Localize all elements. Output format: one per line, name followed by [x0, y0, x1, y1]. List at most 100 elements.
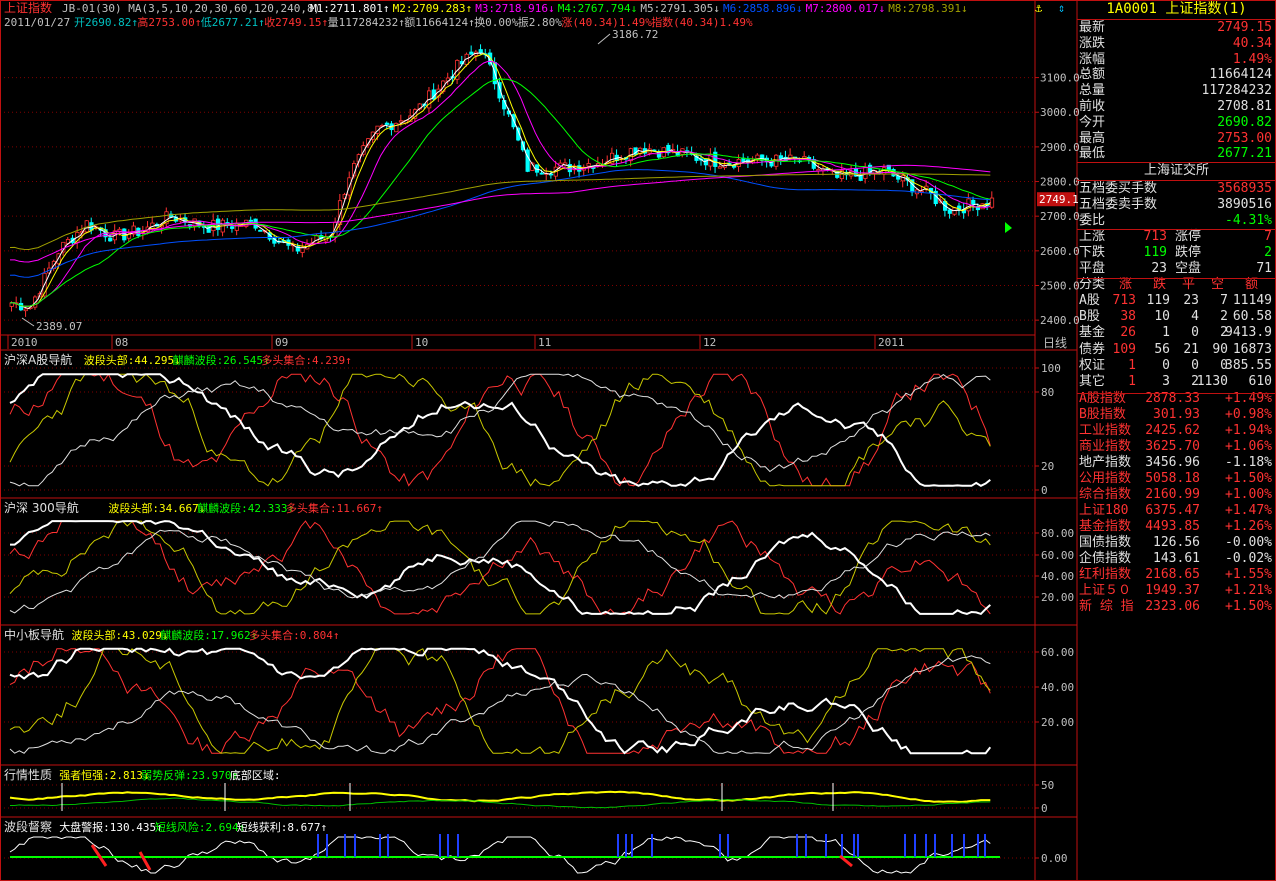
- class-amount: 60.58: [1232, 309, 1272, 325]
- index-row: 基金指数 4493.85 +1.26%: [1077, 519, 1276, 535]
- class-up: 713: [1112, 293, 1136, 308]
- class-row: 基金 26 1 0 2 9413.9: [1077, 325, 1276, 341]
- xaxis-label: 08: [115, 336, 128, 349]
- panel-title: 中小板导航: [4, 627, 64, 642]
- index-change: -1.18%: [1225, 455, 1272, 470]
- xaxis-label: 11: [538, 336, 551, 349]
- index-name: 公用指数: [1079, 471, 1132, 486]
- index-change: +1.21%: [1225, 583, 1272, 598]
- panel-tick-label: 0: [1041, 484, 1048, 497]
- band-top-line: [9, 520, 991, 615]
- candle-body: [248, 219, 254, 222]
- breadth-label: 下跌: [1079, 245, 1106, 260]
- index-value: 2160.99: [1145, 487, 1200, 502]
- index-value: 126.56: [1153, 535, 1200, 550]
- class-up: 1: [1128, 357, 1136, 373]
- ma-value: M3:2718.916↓: [475, 2, 554, 15]
- panel-value: 大盘警报:130.435↑: [59, 820, 163, 834]
- index-value: 5058.18: [1145, 471, 1200, 486]
- class-down: 10: [1154, 309, 1170, 325]
- candle-body: [717, 166, 723, 169]
- panel-value: 多头集合:0.804↑: [249, 628, 339, 642]
- divider: [1077, 162, 1276, 163]
- class-amount: 11149: [1232, 293, 1272, 308]
- current-price-label: 2749.1: [1039, 193, 1079, 206]
- quote-value: 2708.81: [1217, 99, 1272, 114]
- candle-body: [258, 229, 263, 232]
- candle-body: [108, 237, 113, 242]
- class-name: 债券: [1079, 341, 1106, 357]
- index-change: +1.00%: [1225, 487, 1272, 502]
- panel-title: 行情性质: [4, 768, 52, 782]
- breadth-label: 跌停: [1175, 245, 1202, 260]
- price-tick-label: 3100.0: [1040, 72, 1080, 85]
- ma-value: M4:2767.794↓: [558, 2, 637, 15]
- base-line: [9, 373, 991, 487]
- candle-body: [755, 154, 760, 159]
- candle-body: [586, 163, 591, 167]
- ma-value: M5:2791.305↓: [640, 2, 719, 15]
- class-halt: 1130: [1196, 374, 1228, 389]
- order-row: 五档委卖手数 3890516: [1077, 197, 1276, 213]
- quote-value: 2753.00: [1217, 130, 1272, 146]
- index-row: 国债指数 126.56 -0.00%: [1077, 535, 1276, 551]
- panel-value: 短线获利:8.677↑: [237, 820, 327, 834]
- class-down: 0: [1162, 357, 1170, 373]
- breadth-label: 涨停: [1175, 229, 1202, 244]
- class-name: 基金: [1079, 325, 1106, 341]
- price-tick-label: 2500.0: [1040, 279, 1080, 292]
- panel-tick-label: 60.00: [1041, 549, 1074, 562]
- class-header-cell: 跌: [1153, 277, 1167, 292]
- panel-value: 短线风险:2.694↑: [155, 820, 245, 834]
- index-row: 红利指数 2168.65 +1.55%: [1077, 567, 1276, 583]
- index-row: 企债指数 143.61 -0.02%: [1077, 551, 1276, 567]
- class-down: 3: [1162, 374, 1170, 389]
- breadth-row: 平盘 23 空盘 71: [1077, 261, 1276, 277]
- index-change: -0.02%: [1225, 551, 1272, 566]
- high-label: 3186.72: [612, 28, 658, 41]
- index-row: 综合指数 2160.99 +1.00%: [1077, 487, 1276, 503]
- class-flat: 4: [1191, 309, 1199, 325]
- low-pointer: [21, 317, 35, 327]
- quote-row: 今开 2690.82: [1077, 115, 1276, 131]
- quote-row: 涨跌 40.34: [1077, 36, 1276, 52]
- index-name: 综合指数: [1079, 487, 1132, 502]
- divider: [1077, 393, 1276, 394]
- panel-value: 多头集合:11.667↑: [286, 501, 383, 515]
- index-name: 商业指数: [1079, 439, 1132, 454]
- quote-label: 总量: [1079, 83, 1106, 99]
- index-name: 基金指数: [1079, 519, 1132, 534]
- candle-body: [525, 149, 530, 172]
- divider: [1077, 19, 1276, 20]
- panel-value: 麒麟波段:17.962↑: [160, 628, 257, 642]
- index-change: +1.26%: [1225, 519, 1272, 534]
- index-row: 商业指数 3625.70 +1.06%: [1077, 439, 1276, 455]
- quote-row: 总额 11664124: [1077, 67, 1276, 83]
- class-down: 56: [1154, 341, 1170, 357]
- bar-info: 低2677.21↑: [201, 16, 265, 29]
- quote-label: 今开: [1079, 114, 1106, 130]
- quote-label: 最新: [1079, 20, 1106, 35]
- panel-tick-label: 40.00: [1041, 681, 1074, 694]
- index-value: 2323.06: [1145, 599, 1200, 614]
- quote-value: 2677.21: [1217, 146, 1272, 162]
- low-label: 2389.07: [36, 320, 82, 333]
- order-value: 3568935: [1217, 181, 1272, 196]
- breadth-label: 上涨: [1079, 229, 1106, 244]
- price-tick-label: 2600.0: [1040, 245, 1080, 258]
- quote-value: 1.49%: [1232, 51, 1272, 67]
- index-change: +1.55%: [1225, 567, 1272, 582]
- candle-body: [384, 122, 390, 125]
- breadth-label: 空盘: [1175, 261, 1202, 276]
- class-up: 38: [1120, 309, 1136, 325]
- quote-sidebar: 1A0001 上证指数(1) 最新 2749.15 涨跌 40.34 涨幅 1.49% 总额…: [1077, 0, 1276, 881]
- ma-value: M8:2798.391↓: [888, 2, 967, 15]
- ma-line: [9, 173, 991, 251]
- index-name: 地产指数: [1079, 455, 1132, 470]
- chart-title: 上证指数: [4, 0, 52, 15]
- class-row: 其它 1 3 2 1130 610: [1077, 374, 1276, 390]
- panel-value: 多头集合:4.239↑: [261, 353, 351, 367]
- candle-body: [478, 49, 483, 54]
- quote-row: 最低 2677.21: [1077, 146, 1276, 162]
- index-value: 301.93: [1153, 407, 1200, 422]
